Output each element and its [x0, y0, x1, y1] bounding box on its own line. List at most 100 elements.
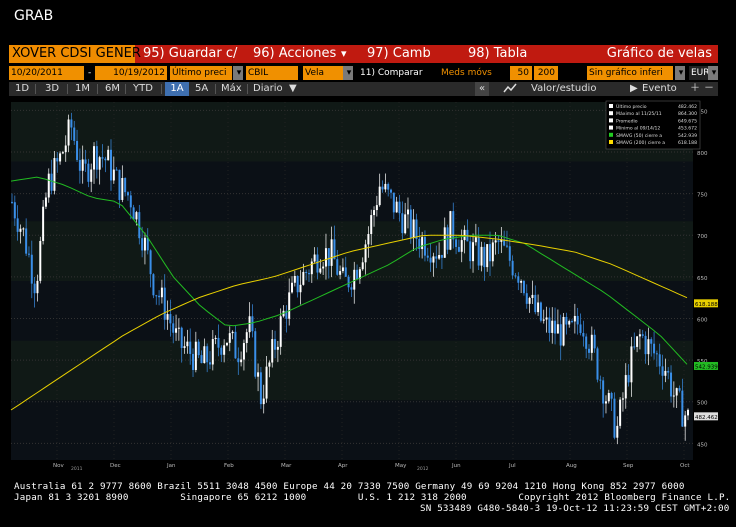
candle-body	[115, 169, 118, 171]
candle-body	[347, 276, 350, 288]
legend-swatch	[609, 125, 613, 130]
candle-body	[101, 157, 104, 159]
start-date-field[interactable]: 10/20/2011	[9, 66, 84, 80]
x-tick-label: Jul	[508, 463, 516, 469]
background-band	[11, 281, 693, 341]
candle-body	[678, 388, 681, 391]
candle-body	[33, 283, 36, 294]
frequency-select[interactable]: Diario	[253, 82, 283, 96]
compare-button[interactable]: 11) Comparar	[358, 66, 438, 80]
x-tick-label: Mar	[281, 463, 292, 469]
range-tab-3d[interactable]: 3D	[45, 82, 59, 96]
currency-code-field[interactable]: CBIL	[246, 66, 298, 80]
candle-body	[67, 119, 70, 146]
range-tab-bar: 1D 3D 1M 6M YTD 1A 5A Máx Diario ▼ « Val…	[9, 82, 718, 96]
ma2-field[interactable]: 200	[534, 66, 558, 80]
y-tick-label: 800	[697, 151, 708, 157]
lower-chart-dropdown-icon[interactable]: ▾	[675, 66, 685, 80]
range-tab-1m[interactable]: 1M	[75, 82, 90, 96]
candle-body	[497, 240, 500, 242]
zoom-out-icon[interactable]: －	[704, 82, 714, 96]
candle-body	[121, 178, 124, 200]
range-tab-1d[interactable]: 1D	[15, 82, 29, 96]
candlestick-chart-svg[interactable]: 450500550600650700750800850NovDecJanFebM…	[9, 98, 718, 472]
table-menu[interactable]: 98) Tabla	[468, 45, 527, 63]
price-field-dropdown-icon[interactable]: ▾	[233, 66, 243, 80]
candle-body	[432, 256, 435, 263]
candle-body	[443, 227, 446, 258]
price-chart[interactable]: 450500550600650700750800850NovDecJanFebM…	[9, 98, 718, 472]
candle-body	[486, 244, 489, 268]
candle-body	[217, 337, 220, 348]
event-flag-icon[interactable]: ▶	[630, 82, 638, 96]
footer-timestamp: SN 533489 G480-5840-3 19-Oct-12 11:23:59…	[420, 503, 730, 514]
chart-parameter-bar: 10/20/2011 - 10/19/2012 Último preci ▾ C…	[9, 65, 718, 81]
candle-body	[245, 332, 248, 344]
candle-body	[237, 358, 240, 363]
background-band	[11, 102, 693, 162]
candle-body	[404, 214, 407, 234]
candle-body	[687, 409, 689, 416]
candle-body	[262, 398, 265, 405]
save-menu[interactable]: 95) Guardar c/	[143, 45, 237, 63]
candle-body	[548, 317, 551, 333]
candle-body	[107, 149, 110, 161]
candle-body	[370, 215, 373, 235]
candle-body	[39, 240, 42, 281]
candle-body	[353, 269, 356, 290]
candle-body	[186, 341, 189, 347]
candle-body	[223, 345, 226, 355]
legend-swatch	[609, 140, 613, 144]
range-tab-5a[interactable]: 5A	[195, 82, 208, 96]
candle-body	[647, 339, 650, 355]
candle-body	[559, 324, 562, 346]
change-menu[interactable]: 97) Camb	[367, 45, 431, 63]
range-tab-ytd[interactable]: YTD	[133, 82, 153, 96]
valuation-study-button[interactable]: Valor/estudio	[531, 82, 596, 96]
event-button[interactable]: Evento	[642, 82, 677, 96]
collapse-left-icon[interactable]: «	[475, 82, 489, 96]
candle-body	[166, 314, 169, 320]
candle-body	[664, 370, 667, 376]
end-date-field[interactable]: 10/19/2012	[95, 66, 167, 80]
ma1-field[interactable]: 50	[510, 66, 532, 80]
zoom-in-icon[interactable]: ＋	[690, 82, 700, 96]
line-chart-icon[interactable]	[503, 82, 517, 96]
candle-body	[641, 334, 644, 336]
candle-body	[375, 205, 378, 211]
candle-body	[539, 302, 542, 321]
candle-body	[22, 228, 25, 230]
candle-body	[293, 275, 296, 283]
range-tab-max[interactable]: Máx	[221, 82, 242, 96]
legend-swatch	[609, 118, 613, 123]
footer-contacts-line1: Australia 61 2 9777 8600 Brazil 5511 304…	[14, 481, 685, 492]
candle-body	[84, 159, 87, 164]
sma50-tag: 542.939	[695, 364, 718, 370]
legend-value: 482.462	[678, 104, 697, 110]
security-ticker[interactable]: XOVER CDSI GENER	[9, 45, 141, 63]
candle-body	[44, 197, 47, 207]
currency-dropdown-icon[interactable]: ▾	[708, 66, 718, 80]
actions-dropdown-icon[interactable]: ▾	[341, 45, 347, 63]
candle-body	[636, 336, 639, 347]
candle-body	[590, 334, 593, 353]
candle-body	[596, 348, 599, 380]
candle-body	[302, 271, 305, 285]
range-tab-1a[interactable]: 1A	[165, 82, 189, 96]
candle-body	[537, 302, 540, 313]
y-tick-label: 700	[697, 234, 708, 240]
candle-body	[435, 256, 438, 259]
chart-style-select[interactable]: Vela	[303, 66, 343, 80]
chart-style-dropdown-icon[interactable]: ▾	[343, 66, 353, 80]
lower-chart-select[interactable]: Sin gráfico inferi	[587, 66, 673, 80]
currency-select[interactable]: EUR	[689, 66, 709, 80]
candle-body	[387, 183, 390, 190]
candle-body	[42, 206, 45, 241]
range-tab-6m[interactable]: 6M	[105, 82, 120, 96]
candle-body	[279, 316, 282, 347]
frequency-dropdown-icon[interactable]: ▼	[289, 82, 297, 96]
price-field-select[interactable]: Último preci	[170, 66, 232, 80]
candle-body	[197, 341, 200, 356]
x-tick-label: Apr	[338, 463, 348, 469]
actions-menu[interactable]: 96) Acciones	[253, 45, 336, 63]
